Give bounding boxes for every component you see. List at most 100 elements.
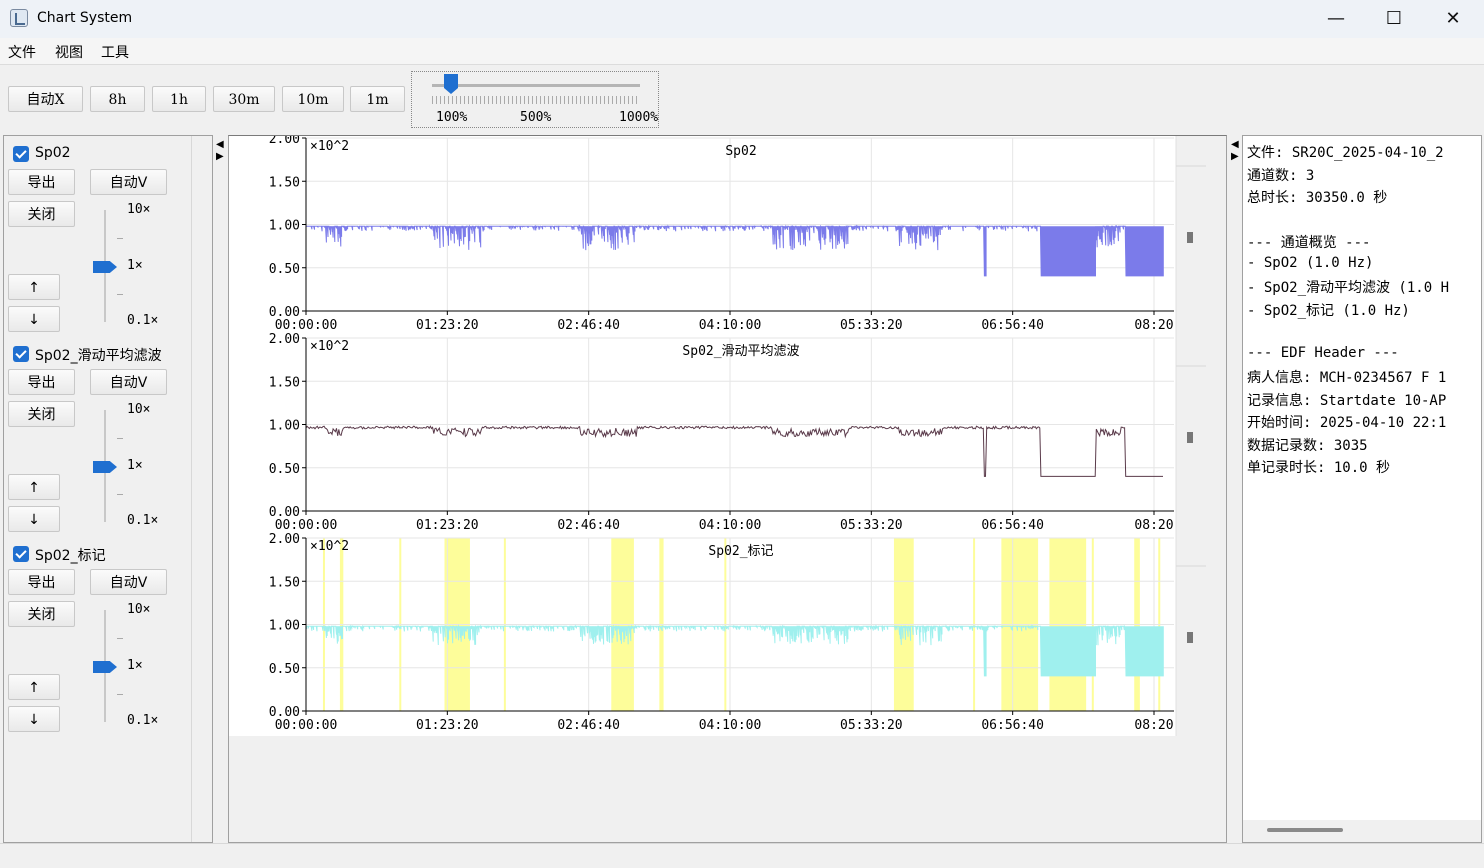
move-down-button[interactable]: ↓ [8, 306, 60, 332]
left-panel-scrollbar[interactable] [191, 136, 212, 842]
x-tick-label: 05:33:20 [840, 318, 903, 333]
auto-v-button[interactable]: 自动V [90, 569, 167, 595]
channel-control-panel: Sp02 导出 自动V 关闭 ↑ ↓ 10× 1× 0.1× Sp02_滑动平均滤波 导出 自动V 关闭… [3, 135, 213, 843]
scale-label-0.1x: 0.1× [127, 313, 159, 328]
x-tick-label: 04:10:00 [699, 718, 762, 733]
chart-background [229, 336, 1176, 536]
scale-slider-thumb[interactable] [93, 261, 117, 273]
info-line: - SpO2_滑动平均滤波 (1.0 H [1247, 280, 1450, 296]
auto-x-button[interactable]: 自动X [8, 86, 83, 112]
maximize-button[interactable]: ☐ [1365, 0, 1423, 38]
x-tick-label: 00:00:00 [275, 318, 338, 333]
collapse-left-icon[interactable]: ◀ [1231, 139, 1239, 151]
close-channel-button[interactable]: 关闭 [8, 401, 75, 427]
zoom-label-100: 100% [436, 110, 468, 125]
y-tick-label: 0.50 [269, 662, 300, 677]
range-1h-button[interactable]: 1h [152, 86, 206, 112]
zoom-slider[interactable]: 100% 500% 1000% [411, 71, 659, 128]
status-bar [0, 843, 1484, 868]
scale-label-1x: 1× [127, 658, 143, 673]
channel-name: Sp02_标记 [35, 548, 106, 564]
info-line: --- EDF Header --- [1247, 344, 1399, 361]
menu-view[interactable]: 视图 [55, 42, 83, 62]
info-line: 总时长: 30350.0 秒 [1247, 190, 1388, 206]
toolbar: 自动X 8h 1h 30m 10m 1m 100% 500% 1000% [0, 65, 1484, 135]
scale-label-10x: 10× [127, 402, 151, 417]
x-tick-label: 01:23:20 [416, 718, 479, 733]
minimize-button[interactable]: — [1307, 0, 1365, 38]
export-button[interactable]: 导出 [8, 569, 75, 595]
menu-tools[interactable]: 工具 [101, 42, 129, 62]
auto-v-button[interactable]: 自动V [90, 169, 167, 195]
x-tick-label: 01:23:20 [416, 518, 479, 533]
chart-title: Sp02 [725, 144, 756, 159]
range-8h-button[interactable]: 8h [90, 86, 145, 112]
scale-label-1x: 1× [127, 258, 143, 273]
y-tick-label: 1.50 [269, 375, 300, 390]
zoom-track [432, 84, 640, 87]
y-tick-label: 2.00 [269, 136, 300, 147]
chart-title: Sp02_滑动平均滤波 [682, 344, 799, 359]
zoom-label-1000: 1000% [619, 110, 659, 125]
channel-visible-checkbox[interactable] [13, 346, 29, 362]
x-tick-label: 02:46:40 [557, 318, 620, 333]
expand-right-icon[interactable]: ▶ [216, 151, 224, 163]
x-tick-label: 08:20 [1134, 718, 1173, 733]
channel-name: Sp02_滑动平均滤波 [35, 348, 162, 364]
move-up-button[interactable]: ↑ [8, 674, 60, 700]
channel-visible-checkbox[interactable] [13, 146, 29, 162]
chart-panel: 0.00 0.50 1.00 1.50 2.00 00:00:00 01:23:20 02:4… [228, 135, 1227, 843]
chart-scroll-thumb [1187, 232, 1193, 243]
x-tick-label: 02:46:40 [557, 518, 620, 533]
chart-2: 0.000.501.001.502.0000:00:00 01:23:20 02:4… [229, 332, 1206, 536]
x-tick-label: 08:20 [1134, 318, 1173, 333]
scale-slider-thumb[interactable] [93, 661, 117, 673]
info-line: 开始时间: 2025-04-10 22:1 [1247, 415, 1447, 431]
charts-svg: 0.000.501.001.502.0000:00:00 01:23:20 02:4… [229, 136, 1206, 736]
info-line: 单记录时长: 10.0 秒 [1247, 460, 1391, 476]
chart-1: 0.000.501.001.502.0000:00:00 01:23:20 02:4… [229, 136, 1206, 336]
y-tick-label: 2.00 [269, 532, 300, 547]
info-horizontal-scrollbar[interactable] [1243, 820, 1481, 842]
export-button[interactable]: 导出 [8, 369, 75, 395]
file-info-panel: 文件: SR20C_2025-04-10_2 通道数: 3 总时长: 30350.0… [1242, 135, 1482, 843]
scale-tick [117, 494, 123, 495]
collapse-left-icon[interactable]: ◀ [216, 139, 224, 151]
menu-bar: 文件 视图 工具 [0, 38, 1484, 65]
menu-file[interactable]: 文件 [8, 42, 36, 62]
info-line: - SpO2 (1.0 Hz) [1247, 254, 1374, 271]
scale-tick [117, 638, 123, 639]
zoom-thumb[interactable] [444, 74, 458, 94]
move-down-button[interactable]: ↓ [8, 506, 60, 532]
scale-tick [117, 694, 123, 695]
close-channel-button[interactable]: 关闭 [8, 601, 75, 627]
scale-slider-thumb[interactable] [93, 461, 117, 473]
x-tick-label: 05:33:20 [840, 718, 903, 733]
left-collapse-arrows[interactable]: ◀ ▶ [216, 139, 224, 163]
zoom-label-500: 500% [520, 110, 552, 125]
expand-right-icon[interactable]: ▶ [1231, 151, 1239, 163]
axis-multiplier: ×10^2 [310, 139, 349, 154]
x-tick-label: 06:56:40 [981, 718, 1044, 733]
range-30m-button[interactable]: 30m [213, 86, 275, 112]
move-up-button[interactable]: ↑ [8, 474, 60, 500]
chart-title: Sp02_标记 [708, 544, 773, 559]
info-line: --- 通道概览 --- [1247, 235, 1371, 251]
x-tick-label: 08:20 [1134, 518, 1173, 533]
range-10m-button[interactable]: 10m [282, 86, 344, 112]
info-scroll-thumb[interactable] [1267, 828, 1343, 832]
auto-v-button[interactable]: 自动V [90, 369, 167, 395]
range-1m-button[interactable]: 1m [350, 86, 405, 112]
y-tick-label: 2.00 [269, 332, 300, 347]
x-tick-label: 00:00:00 [275, 518, 338, 533]
close-channel-button[interactable]: 关闭 [8, 201, 75, 227]
move-down-button[interactable]: ↓ [8, 706, 60, 732]
x-tick-label: 00:00:00 [275, 718, 338, 733]
right-collapse-arrows[interactable]: ◀ ▶ [1231, 139, 1239, 163]
move-up-button[interactable]: ↑ [8, 274, 60, 300]
scale-label-10x: 10× [127, 202, 151, 217]
close-button[interactable]: ✕ [1424, 0, 1482, 38]
export-button[interactable]: 导出 [8, 169, 75, 195]
channel-visible-checkbox[interactable] [13, 546, 29, 562]
y-tick-label: 1.50 [269, 175, 300, 190]
